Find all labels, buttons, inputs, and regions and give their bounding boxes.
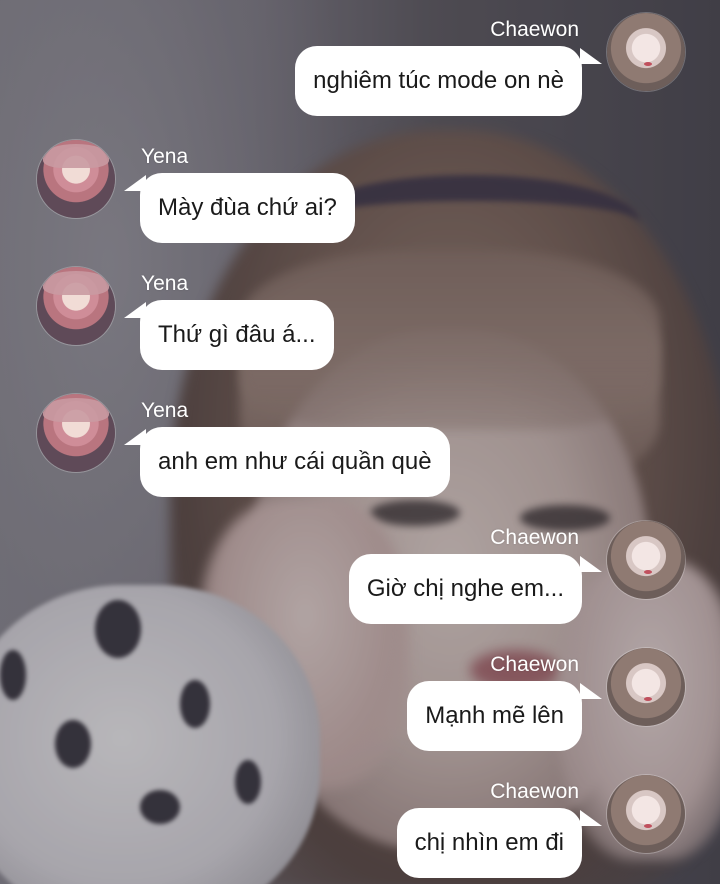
message-bubble[interactable]: chị nhìn em đi: [396, 808, 582, 878]
bubble-tail: [580, 810, 602, 826]
sender-name: Chaewon: [490, 780, 579, 803]
chat-message: Chaewon chị nhìn em đi: [0, 0, 720, 884]
chat-screen: Chaewon nghiêm túc mode on nè Yena Mày đ…: [0, 0, 720, 884]
chaewon-avatar-icon[interactable]: [606, 774, 686, 854]
